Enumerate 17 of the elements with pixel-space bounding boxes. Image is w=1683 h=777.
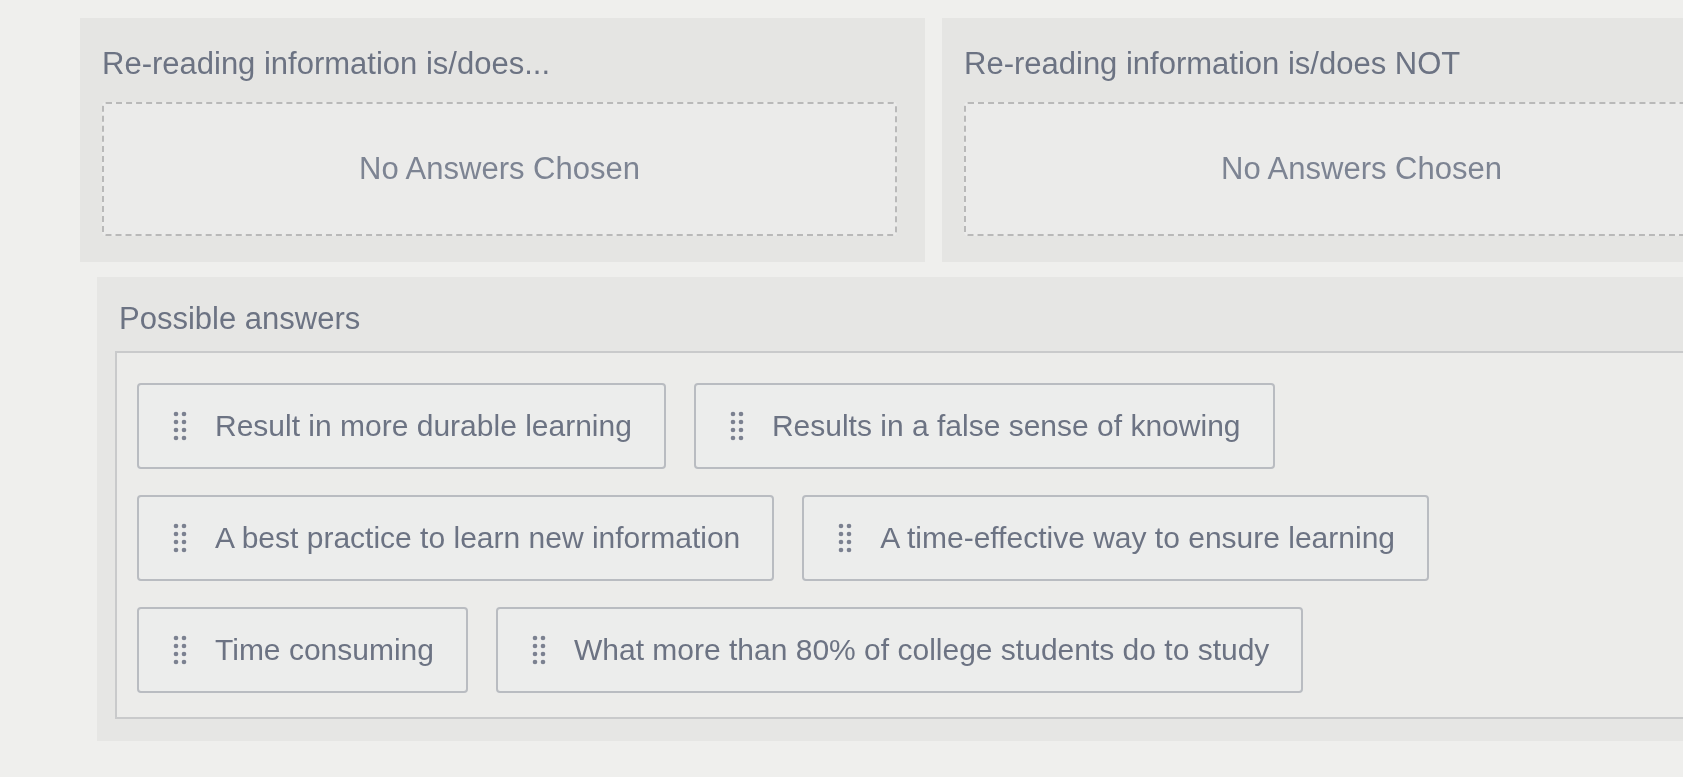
answer-chip[interactable]: Results in a false sense of knowing	[693, 383, 1275, 469]
answer-chip[interactable]: Time consuming	[137, 607, 468, 693]
category-title: Re-reading information is/does...	[102, 45, 551, 83]
answer-chip[interactable]: A time-effective way to ensure learning	[802, 495, 1429, 581]
drag-handle-icon	[173, 411, 187, 441]
drag-handle-icon	[173, 635, 187, 665]
drag-handle-icon	[173, 523, 187, 553]
empty-message: No Answers Chosen	[359, 151, 640, 187]
section-title: Possible answers	[119, 300, 362, 338]
drag-handle-icon	[729, 411, 744, 441]
drag-handle-icon	[838, 523, 853, 553]
empty-message: No Answers Chosen	[1221, 151, 1502, 187]
answer-chip[interactable]: Result in more durable learning	[137, 383, 666, 469]
answer-chip[interactable]: A best practice to learn new information	[137, 495, 775, 581]
drag-handle-icon	[531, 635, 546, 665]
category-title: Re-reading information is/does NOT	[964, 45, 1462, 83]
answer-chip[interactable]: What more than 80% of college students do to study	[495, 607, 1304, 693]
